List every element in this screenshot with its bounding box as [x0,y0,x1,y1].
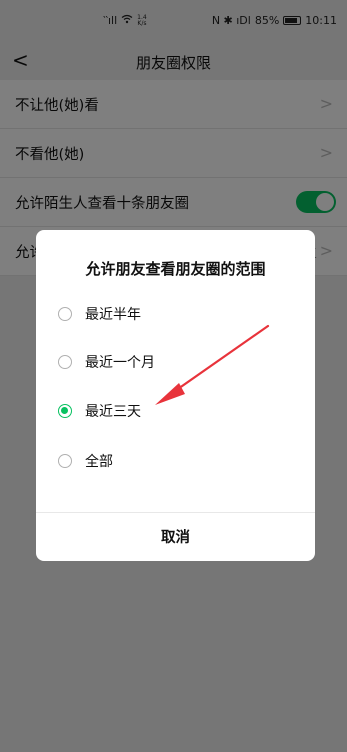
radio-icon [58,454,72,468]
radio-icon [58,355,72,369]
radio-dot [61,407,68,414]
option-half-year[interactable]: 最近半年 [58,302,141,326]
option-all[interactable]: 全部 [58,449,113,473]
option-label: 最近一个月 [85,355,155,371]
cancel-button[interactable]: 取消 [36,512,315,561]
range-dialog: 允许朋友查看朋友圈的范围 最近半年 最近一个月 最近三天 全部 取消 [36,230,315,561]
dialog-title: 允许朋友查看朋友圈的范围 [85,260,266,278]
radio-checked-icon [58,404,72,418]
option-label: 最近三天 [85,404,141,420]
radio-icon [58,307,72,321]
option-label: 最近半年 [85,307,141,323]
option-one-month[interactable]: 最近一个月 [58,350,155,374]
option-three-days[interactable]: 最近三天 [58,399,141,423]
option-label: 全部 [85,454,113,470]
